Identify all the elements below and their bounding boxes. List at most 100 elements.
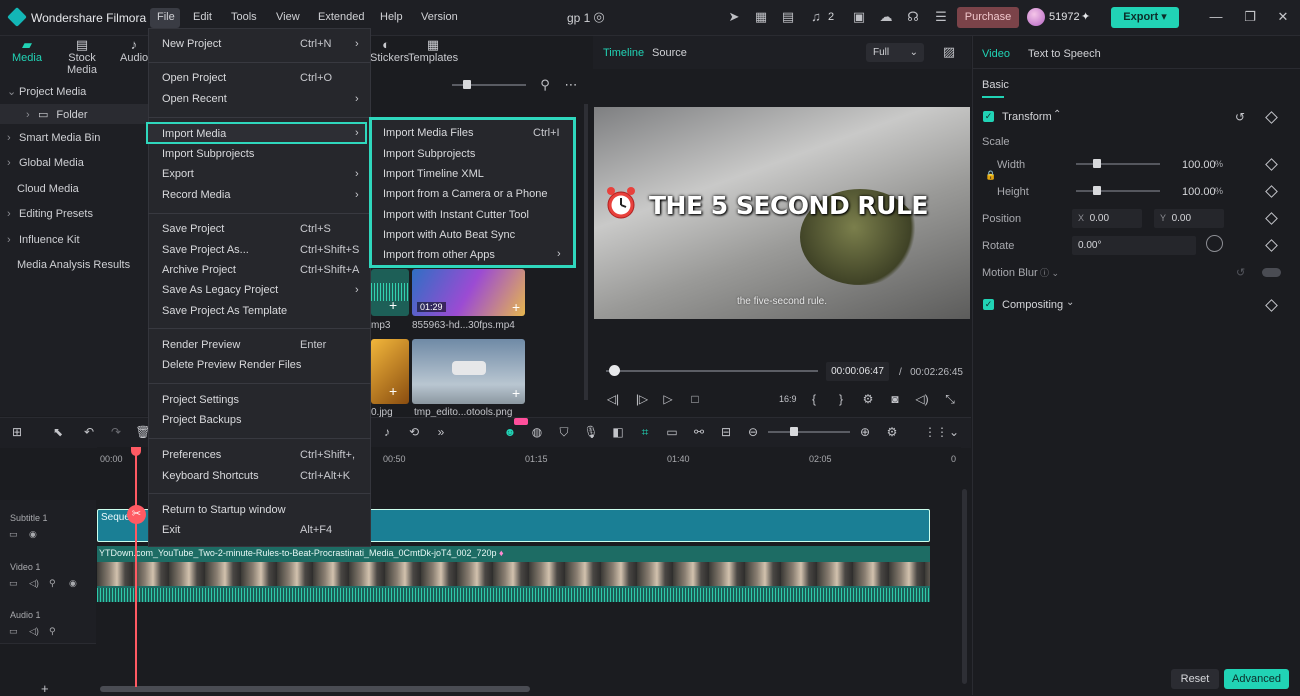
minimize-icon[interactable]: —	[1209, 10, 1223, 24]
height-slider-knob[interactable]	[1093, 186, 1101, 195]
add-icon[interactable]: +	[389, 297, 397, 313]
video-thumbnail[interactable]: 01:29 +	[412, 269, 525, 316]
shield-icon[interactable]: ⛉	[556, 424, 572, 440]
advanced-button[interactable]: Advanced	[1224, 669, 1289, 689]
save-icon[interactable]: ▣	[851, 9, 867, 25]
audio-stretch-icon[interactable]: ♪	[379, 424, 395, 440]
video-preview[interactable]: THE 5 SECOND RULE the five-second rule.	[594, 107, 970, 319]
maximize-icon[interactable]: ❐	[1243, 10, 1257, 24]
image-thumbnail[interactable]: +	[371, 339, 409, 404]
auto-reframe-icon[interactable]: ◍	[529, 424, 545, 440]
chevron-up-icon[interactable]: ⌃	[1053, 109, 1061, 120]
chevron-down-icon[interactable]: ⌄	[946, 424, 962, 440]
menu-render-preview[interactable]: Render Preview	[162, 339, 240, 351]
filter-icon[interactable]: ⚲	[537, 77, 553, 93]
ai-mate-icon[interactable]: ☻	[502, 424, 518, 440]
menu-help[interactable]: Help	[380, 11, 403, 23]
width-value[interactable]: 100.00	[1182, 159, 1216, 171]
eye-icon[interactable]: ◉	[69, 578, 77, 589]
step-forward-icon[interactable]: |▷	[634, 391, 650, 407]
menu-view[interactable]: View	[276, 11, 300, 23]
submenu-import-subprojects[interactable]: Import Subprojects	[383, 148, 475, 160]
transform-checkbox[interactable]: ✓	[983, 111, 994, 122]
prev-frame-icon[interactable]: ◁|	[605, 391, 621, 407]
tab-source[interactable]: Source	[652, 47, 687, 59]
chevron-down-icon[interactable]: ⌄	[1066, 297, 1074, 308]
thumbnail-size-knob[interactable]	[463, 80, 471, 89]
tab-text-to-speech[interactable]: Text to Speech	[1028, 48, 1101, 60]
tab-video[interactable]: Video	[982, 48, 1010, 60]
submenu-import-timeline-xml[interactable]: Import Timeline XML	[383, 168, 484, 180]
width-slider-knob[interactable]	[1093, 159, 1101, 168]
help-icon[interactable]: ⓘ ⌄	[1040, 266, 1059, 279]
submenu-import-camera-phone[interactable]: Import from a Camera or a Phone	[383, 188, 547, 200]
track-layout-icon[interactable]: ⋮⋮	[924, 424, 948, 440]
submenu-import-instant-cutter[interactable]: Import with Instant Cutter Tool	[383, 209, 529, 221]
stop-icon[interactable]: □	[687, 391, 703, 407]
support-icon[interactable]: ☊	[905, 9, 921, 25]
menu-project-settings[interactable]: Project Settings	[162, 394, 239, 406]
timeline-settings-icon[interactable]: ⚙	[884, 424, 900, 440]
menu-preferences[interactable]: Preferences	[162, 449, 221, 461]
zoom-slider[interactable]	[768, 431, 850, 433]
audio-thumbnail[interactable]: +	[371, 269, 409, 316]
render-settings-icon[interactable]: ⚙	[860, 391, 876, 407]
menu-version[interactable]: Version	[421, 11, 458, 23]
layout-icon[interactable]: ▤	[780, 9, 796, 25]
lock-icon[interactable]: ⚲	[49, 578, 56, 589]
add-icon[interactable]: +	[512, 385, 520, 401]
speaker-icon[interactable]: ◁)	[29, 578, 39, 589]
folder-icon[interactable]: ▭	[9, 529, 18, 540]
zoom-out-icon[interactable]: ⊖	[745, 424, 761, 440]
menu-tools[interactable]: Tools	[231, 11, 257, 23]
eye-icon[interactable]: ◉	[29, 529, 37, 540]
scissors-icon[interactable]: ✂	[127, 505, 146, 524]
menu-record-media[interactable]: Record Media	[162, 189, 230, 201]
submenu-import-other-apps[interactable]: Import from other Apps	[383, 249, 495, 261]
image-compare-icon[interactable]: ▨	[941, 44, 957, 60]
menu-save-template[interactable]: Save Project As Template	[162, 305, 287, 317]
subtitle-icon[interactable]: ▭	[664, 424, 680, 440]
playhead[interactable]	[135, 447, 137, 687]
submenu-import-media-files[interactable]: Import Media Files	[383, 127, 473, 139]
speaker-icon[interactable]: ◁)	[29, 626, 39, 637]
headset-icon[interactable]: ♫	[808, 9, 824, 25]
purchase-button[interactable]: Purchase	[957, 7, 1019, 28]
split-icon[interactable]: ◧	[610, 424, 626, 440]
menu-save-project-as[interactable]: Save Project As...	[162, 244, 249, 256]
tab-audio[interactable]: ♪ Audio	[120, 38, 148, 68]
cloud-upload-icon[interactable]: ☁	[878, 9, 894, 25]
menu-project-backups[interactable]: Project Backups	[162, 414, 241, 426]
menu-keyboard-shortcuts[interactable]: Keyboard Shortcuts	[162, 470, 259, 482]
add-track-icon[interactable]: +	[41, 681, 49, 696]
timeline-hscroll[interactable]	[100, 686, 530, 692]
reset-button[interactable]: Reset	[1171, 669, 1219, 689]
close-icon[interactable]: ✕	[1276, 10, 1290, 24]
mark-in-icon[interactable]: {	[806, 391, 822, 407]
menu-archive-project[interactable]: Archive Project	[162, 264, 236, 276]
add-icon[interactable]: +	[512, 299, 520, 315]
scrub-bar[interactable]	[606, 370, 818, 372]
tree-cloud-media[interactable]: Cloud Media	[17, 183, 79, 195]
tree-media-analysis[interactable]: Media Analysis Results	[17, 259, 130, 271]
more-options-icon[interactable]: ⋯	[563, 77, 579, 93]
menu-exit[interactable]: Exit	[162, 524, 180, 536]
menu-extended[interactable]: Extended	[318, 11, 364, 23]
mark-out-icon[interactable]: }	[833, 391, 849, 407]
tree-project-media[interactable]: ⌄ Project Media	[7, 85, 86, 98]
timeline-vscroll[interactable]	[962, 489, 967, 684]
tab-templates[interactable]: ▦ Templates	[408, 38, 458, 68]
rotate-input[interactable]: 0.00°	[1072, 236, 1196, 255]
height-slider[interactable]	[1076, 190, 1160, 192]
tab-stock-media[interactable]: ▤ Stock Media	[52, 38, 112, 77]
tree-editing-presets[interactable]: › Editing Presets	[7, 208, 93, 220]
position-x-input[interactable]: X 0.00	[1072, 209, 1142, 228]
lock-icon[interactable]: 🔒	[985, 170, 996, 181]
menu-return-startup[interactable]: Return to Startup window	[162, 504, 286, 516]
aspect-ratio-icon[interactable]: 16:9	[779, 391, 797, 407]
fullscreen-icon[interactable]: ⤡	[942, 391, 958, 407]
submenu-import-auto-beat[interactable]: Import with Auto Beat Sync	[383, 229, 515, 241]
menu-file[interactable]: File	[157, 11, 175, 23]
position-y-input[interactable]: Y 0.00	[1154, 209, 1224, 228]
tree-smart-media-bin[interactable]: › Smart Media Bin	[7, 132, 100, 144]
